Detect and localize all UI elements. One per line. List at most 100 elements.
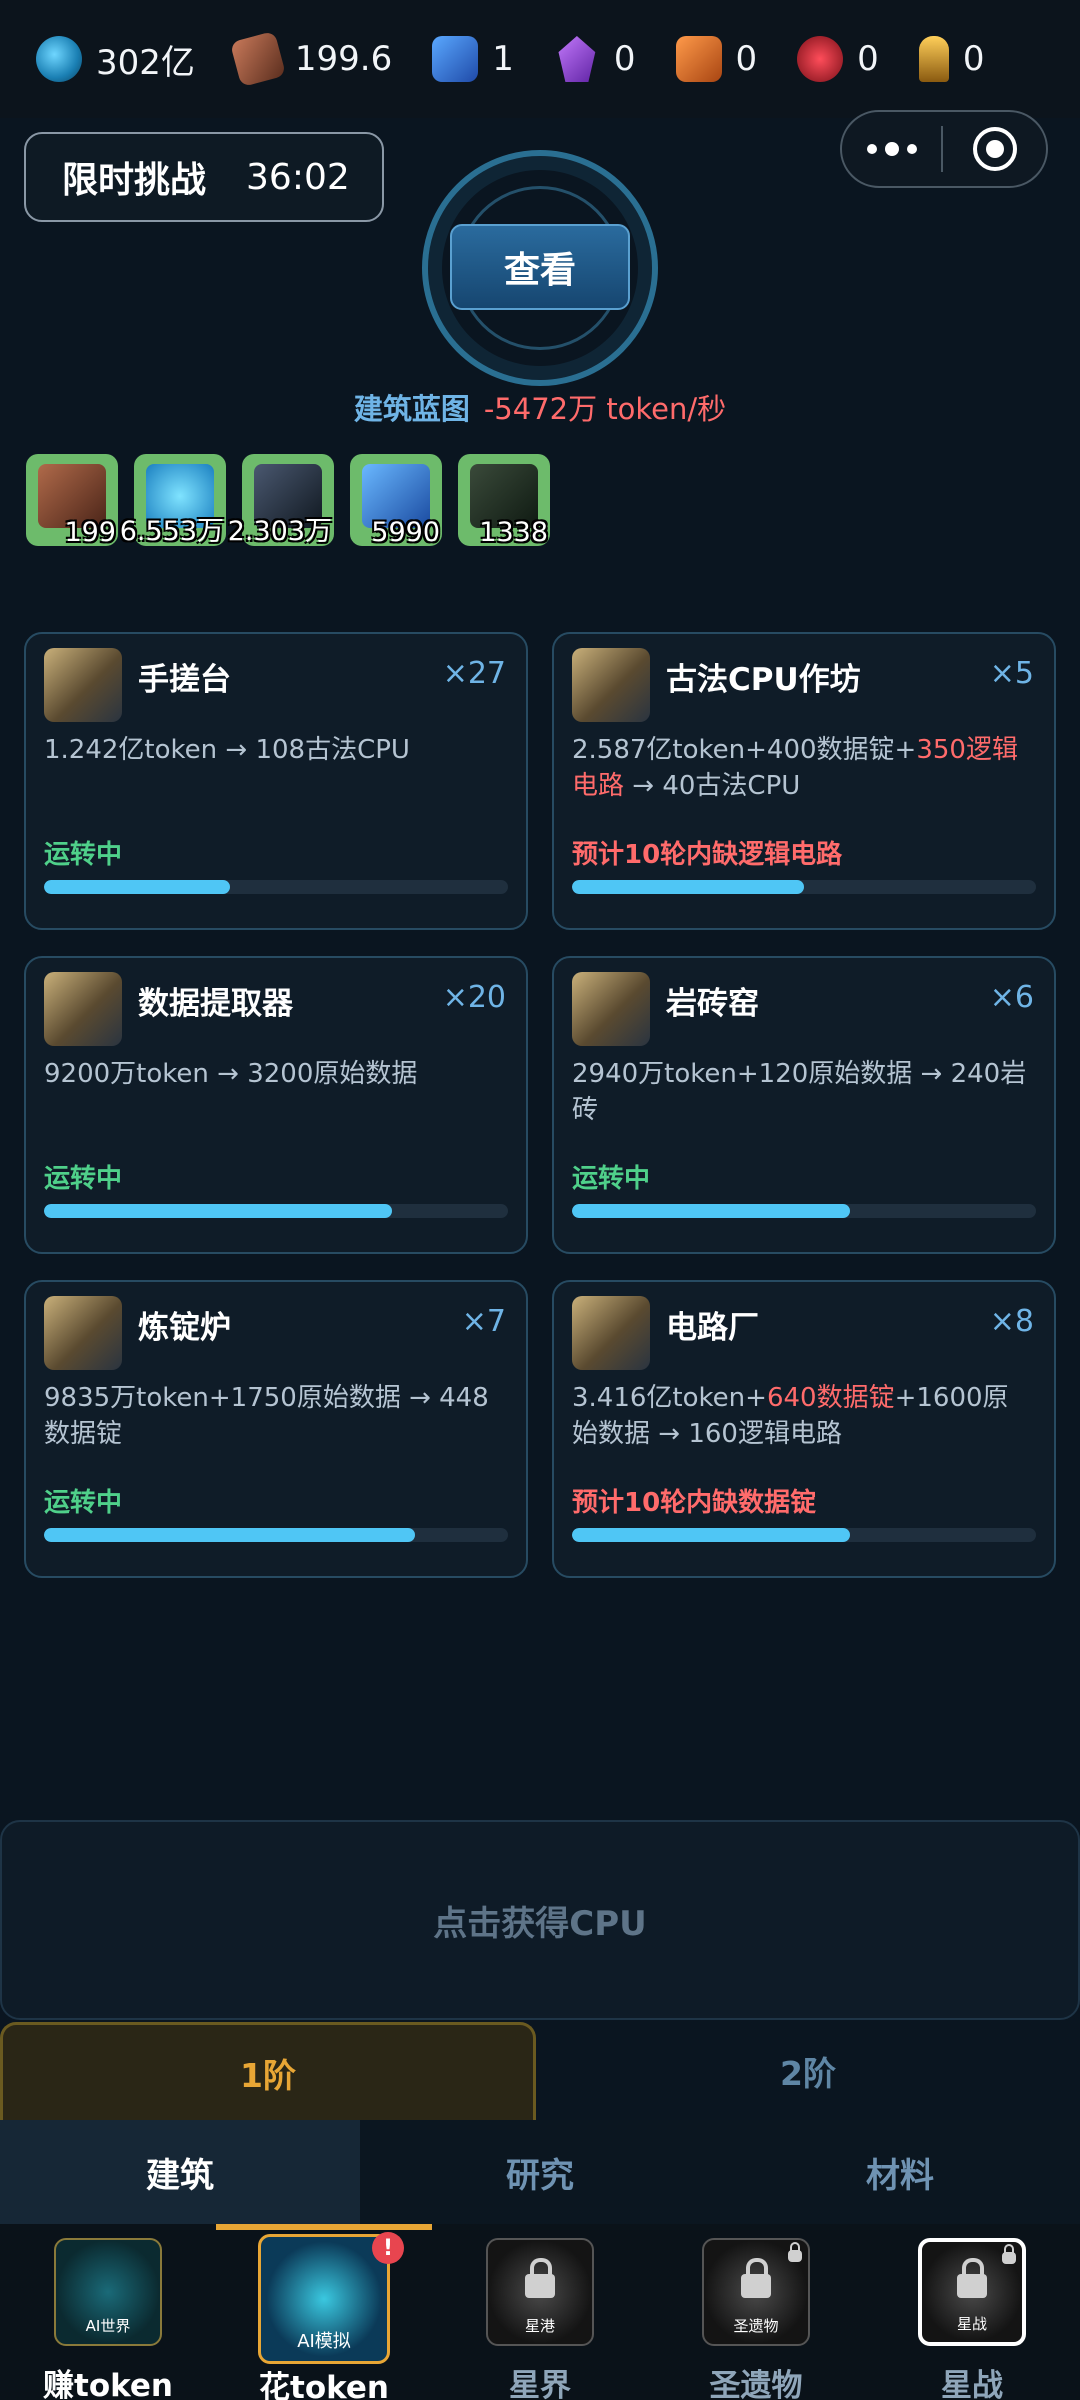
building-name: 古法CPU作坊: [666, 662, 861, 698]
progress-bar: [44, 880, 508, 894]
token-rate: -5472万 token/秒: [483, 392, 727, 426]
building-card-circuit-factory[interactable]: 电路厂 ×8 3.416亿token+640数据锭+1600原始数据 → 160…: [552, 1280, 1056, 1578]
item-count: 6.553万: [119, 516, 224, 547]
token-coin-icon: [36, 36, 82, 82]
brick-kiln-building-icon: [572, 972, 650, 1046]
building-card-brick-kiln[interactable]: 岩砖窑 ×6 2940万token+120原始数据 → 240岩砖 运转中: [552, 956, 1056, 1254]
item-count: 5990: [371, 517, 440, 548]
bottom-nav: AI世界 赚token AI模拟 ! 花token 星港 星界 圣遗物 圣遗物 …: [0, 2224, 1080, 2400]
inventory-row: 199 6.553万 2.303万 5990 1338: [26, 454, 550, 548]
building-count: ×20: [442, 980, 506, 1015]
building-name: 岩砖窑: [666, 986, 759, 1022]
building-recipe: 2940万token+120原始数据 → 240岩砖: [572, 1059, 1027, 1125]
star-war-icon: 星战: [918, 2238, 1026, 2346]
nav-star-war[interactable]: 星战 星战: [864, 2224, 1080, 2400]
resource-circuit[interactable]: 0: [797, 36, 879, 82]
resource-value: 0: [962, 39, 985, 79]
lock-icon: [741, 2257, 771, 2298]
resource-cpu[interactable]: 199.6: [229, 30, 393, 88]
building-name: 手搓台: [138, 662, 231, 698]
nav-star-realm[interactable]: 星港 星界: [432, 2224, 648, 2400]
lock-icon: [957, 2258, 987, 2298]
timed-challenge-button[interactable]: 限时挑战 36:02: [24, 132, 384, 222]
building-card-hand-bench[interactable]: 手搓台 ×27 1.242亿token → 108古法CPU 运转中: [24, 632, 528, 930]
building-count: ×6: [989, 980, 1034, 1015]
building-status: 运转中: [44, 1488, 123, 1518]
item-count: 199: [64, 517, 116, 548]
blue-cube-icon: [432, 36, 479, 82]
cpu-chip-icon: [229, 30, 287, 88]
building-name: 炼锭炉: [138, 1310, 231, 1346]
view-button[interactable]: 查看: [450, 224, 630, 310]
building-card-data-extractor[interactable]: 数据提取器 ×20 9200万token → 3200原始数据 运转中: [24, 956, 528, 1254]
challenge-timer: 36:02: [246, 156, 350, 198]
cpu-workshop-building-icon: [572, 648, 650, 722]
inventory-slot[interactable]: 199: [26, 454, 118, 548]
alert-badge: !: [372, 2232, 404, 2264]
nav-label: 花token: [259, 2370, 389, 2400]
nav-relics[interactable]: 圣遗物 圣遗物: [648, 2224, 864, 2400]
nav-label: 星战: [941, 2368, 1003, 2400]
resource-key[interactable]: 0: [918, 36, 985, 82]
tier-tabs: 1阶 2阶: [0, 2022, 1080, 2120]
hand-bench-building-icon: [44, 648, 122, 722]
nav-spend-token[interactable]: AI模拟 ! 花token: [216, 2224, 432, 2400]
inventory-slot[interactable]: 2.303万: [228, 454, 334, 547]
tab-research[interactable]: 研究: [360, 2120, 720, 2224]
lock-icon: [1002, 2244, 1016, 2264]
nav-label: 星界: [509, 2368, 571, 2400]
ai-world-icon: AI世界: [54, 2238, 162, 2346]
resource-token[interactable]: 302亿: [36, 35, 195, 84]
building-status: 运转中: [44, 1164, 123, 1194]
lock-icon: [788, 2242, 802, 2262]
tab-buildings[interactable]: 建筑: [0, 2120, 360, 2224]
resource-cube[interactable]: 1: [432, 36, 514, 82]
progress-bar: [44, 1528, 508, 1542]
more-menu-button[interactable]: [842, 112, 941, 186]
resource-value: 302亿: [96, 42, 195, 83]
relic-icon: 圣遗物: [702, 2238, 810, 2346]
tab-tier-2[interactable]: 2阶: [536, 2022, 1080, 2120]
category-tabs: 建筑 研究 材料: [0, 2120, 1080, 2224]
progress-bar: [572, 1528, 1036, 1542]
building-recipe: 2.587亿token+400数据锭+350逻辑电路 → 40古法CPU: [572, 735, 1018, 801]
inventory-slot[interactable]: 6.553万: [120, 454, 226, 547]
building-recipe: 9835万token+1750原始数据 → 448数据锭: [44, 1383, 489, 1449]
building-count: ×7: [461, 1304, 506, 1339]
more-dot-icon: [866, 144, 877, 154]
more-dot-icon: [906, 144, 917, 154]
building-card-ingot-furnace[interactable]: 炼锭炉 ×7 9835万token+1750原始数据 → 448数据锭 运转中: [24, 1280, 528, 1578]
resource-brick[interactable]: 0: [675, 36, 757, 82]
close-miniprogram-button[interactable]: [943, 112, 1046, 186]
blueprint-summary: 建筑蓝图 -5472万 token/秒: [0, 386, 1080, 428]
tab-tier-1[interactable]: 1阶: [0, 2022, 536, 2120]
lock-icon: [525, 2257, 555, 2298]
building-recipe: 9200万token → 3200原始数据: [44, 1059, 418, 1089]
resource-value: 0: [613, 39, 636, 79]
active-indicator: [216, 2224, 432, 2230]
resource-value: 0: [857, 39, 879, 79]
building-count: ×5: [989, 656, 1034, 691]
blueprint-label[interactable]: 建筑蓝图: [354, 392, 470, 426]
data-extractor-building-icon: [44, 972, 122, 1046]
inventory-slot[interactable]: 1338: [458, 454, 550, 548]
miniprogram-capsule: [840, 110, 1048, 188]
resource-bar: 302亿 199.6 1 0 0 0 0: [0, 0, 1080, 118]
progress-bar: [572, 880, 1036, 894]
nav-earn-token[interactable]: AI世界 赚token: [0, 2224, 216, 2400]
building-recipe: 1.242亿token → 108古法CPU: [44, 735, 410, 765]
item-count: 1338: [479, 517, 548, 548]
nav-label: 赚token: [43, 2368, 173, 2400]
resource-value: 199.6: [294, 39, 393, 79]
challenge-label: 限时挑战: [62, 160, 207, 201]
tab-materials[interactable]: 材料: [720, 2120, 1080, 2224]
inventory-slot[interactable]: 5990: [350, 454, 442, 548]
resource-crystal[interactable]: 0: [554, 36, 636, 82]
ai-simulation-icon: AI模拟: [258, 2234, 390, 2364]
item-count: 2.303万: [227, 516, 332, 547]
resource-value: 1: [492, 39, 514, 79]
building-count: ×8: [989, 1304, 1034, 1339]
nav-label: 圣遗物: [709, 2368, 803, 2400]
building-card-cpu-workshop[interactable]: 古法CPU作坊 ×5 2.587亿token+400数据锭+350逻辑电路 → …: [552, 632, 1056, 930]
get-cpu-button[interactable]: 点击获得CPU: [0, 1820, 1080, 2020]
